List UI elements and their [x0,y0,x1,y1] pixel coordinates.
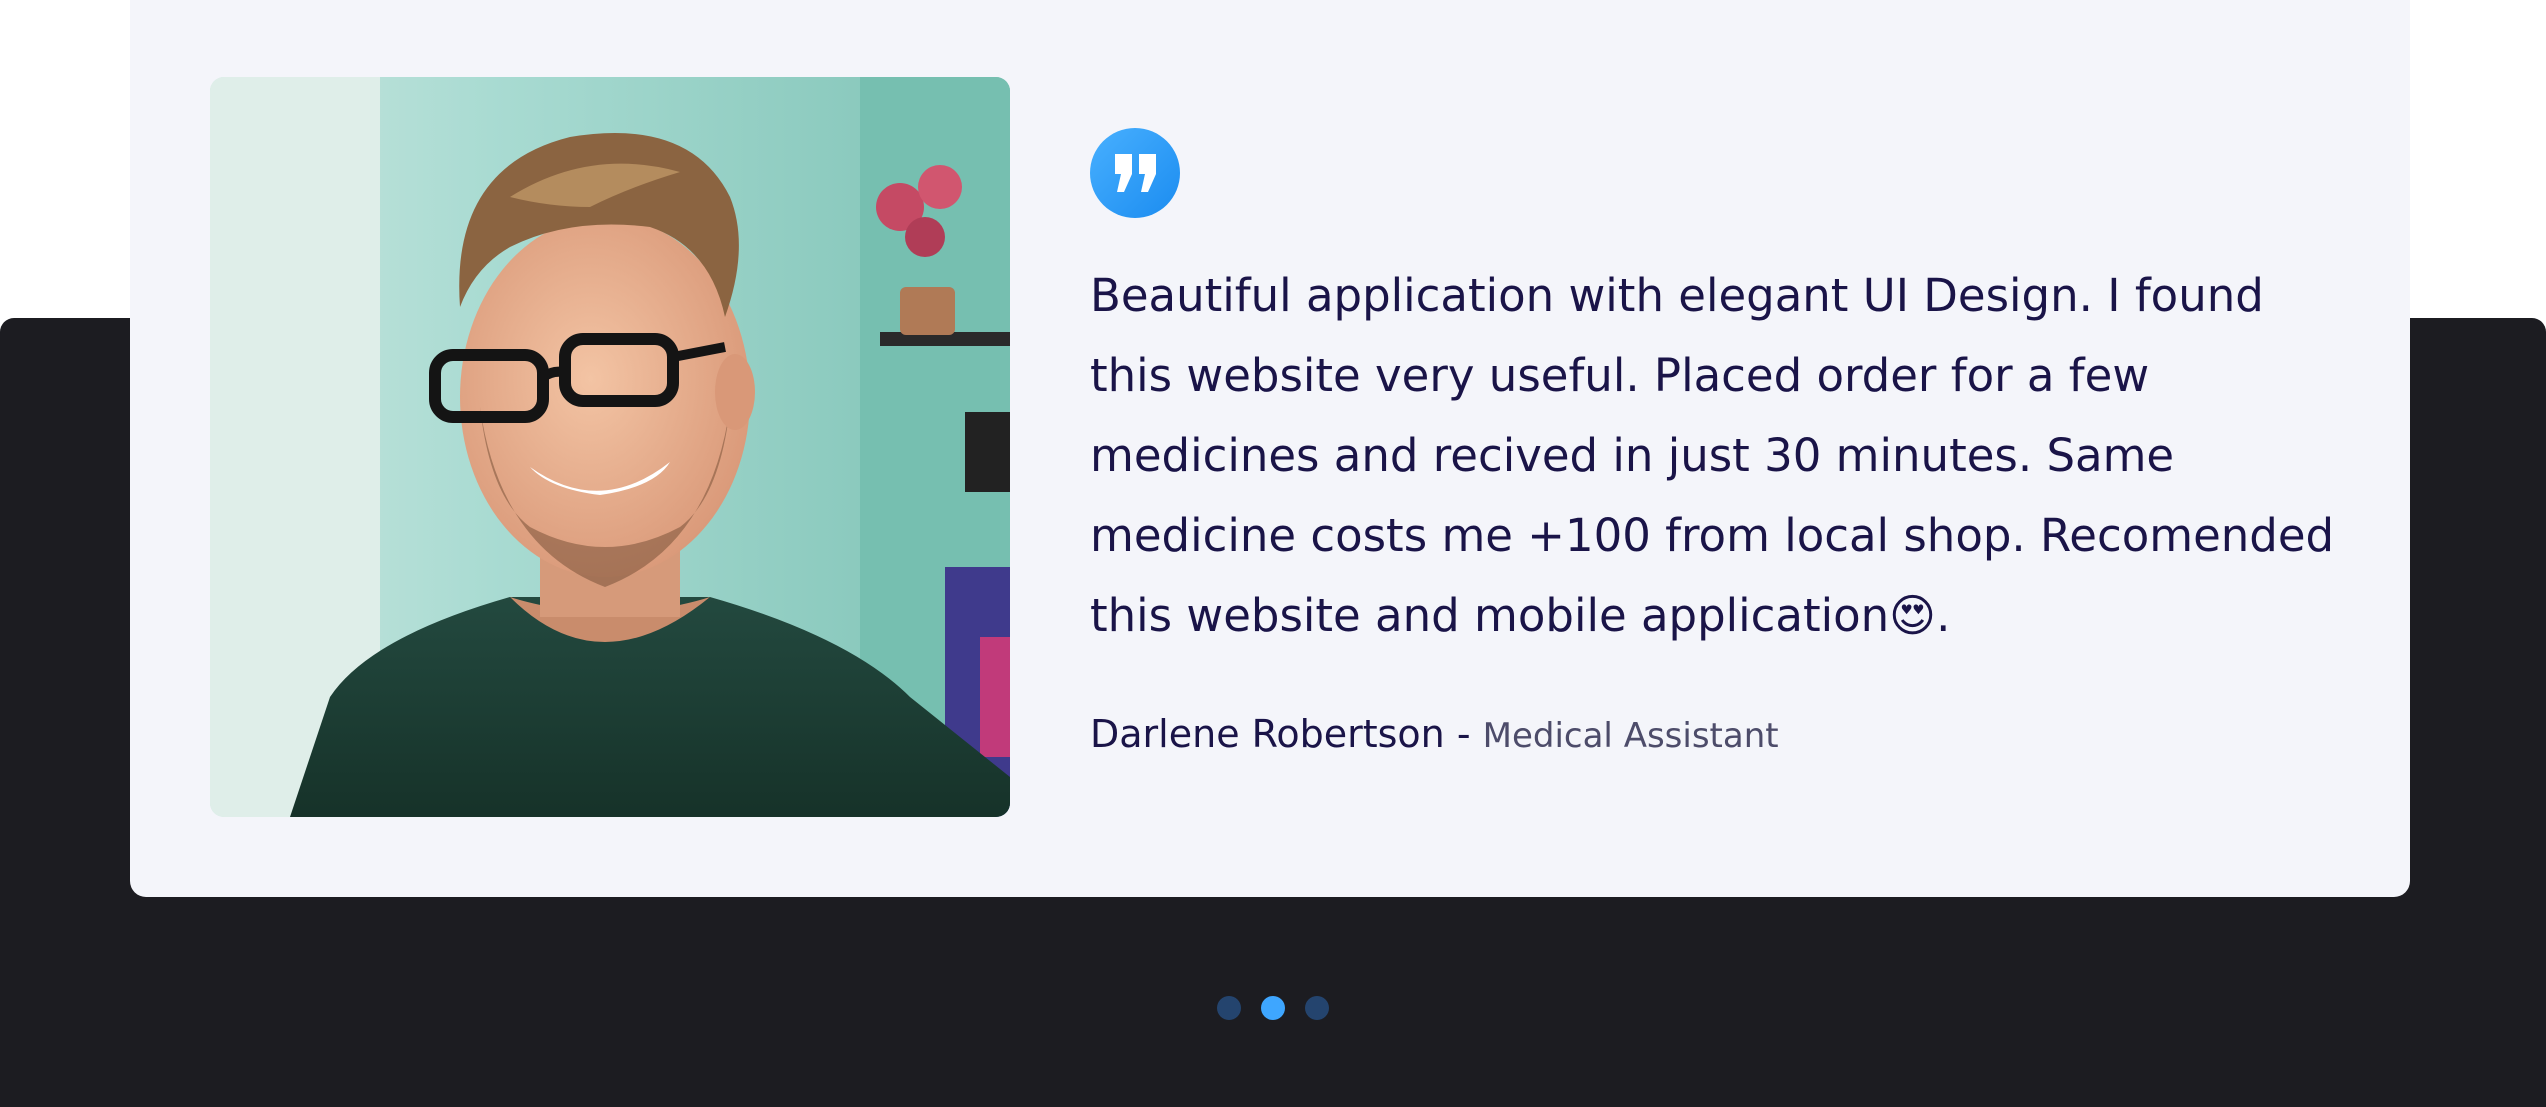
author-name: Darlene Robertson [1090,712,1445,756]
author-separator: - [1444,712,1483,756]
testimonial-text: Beautiful application with elegant UI De… [1090,269,2335,642]
testimonial-card: Beautiful application with elegant UI De… [130,0,2410,897]
carousel-dot-3[interactable] [1305,996,1329,1020]
carousel-dot-2-active[interactable] [1261,996,1285,1020]
author-role: Medical Assistant [1482,716,1779,756]
carousel-pagination [0,996,2546,1022]
reviewer-photo [210,77,1010,817]
quote-icon [1090,128,1180,218]
carousel-dot-1[interactable] [1217,996,1241,1020]
author-line: Darlene Robertson - Medical Assistant [1090,712,1779,756]
